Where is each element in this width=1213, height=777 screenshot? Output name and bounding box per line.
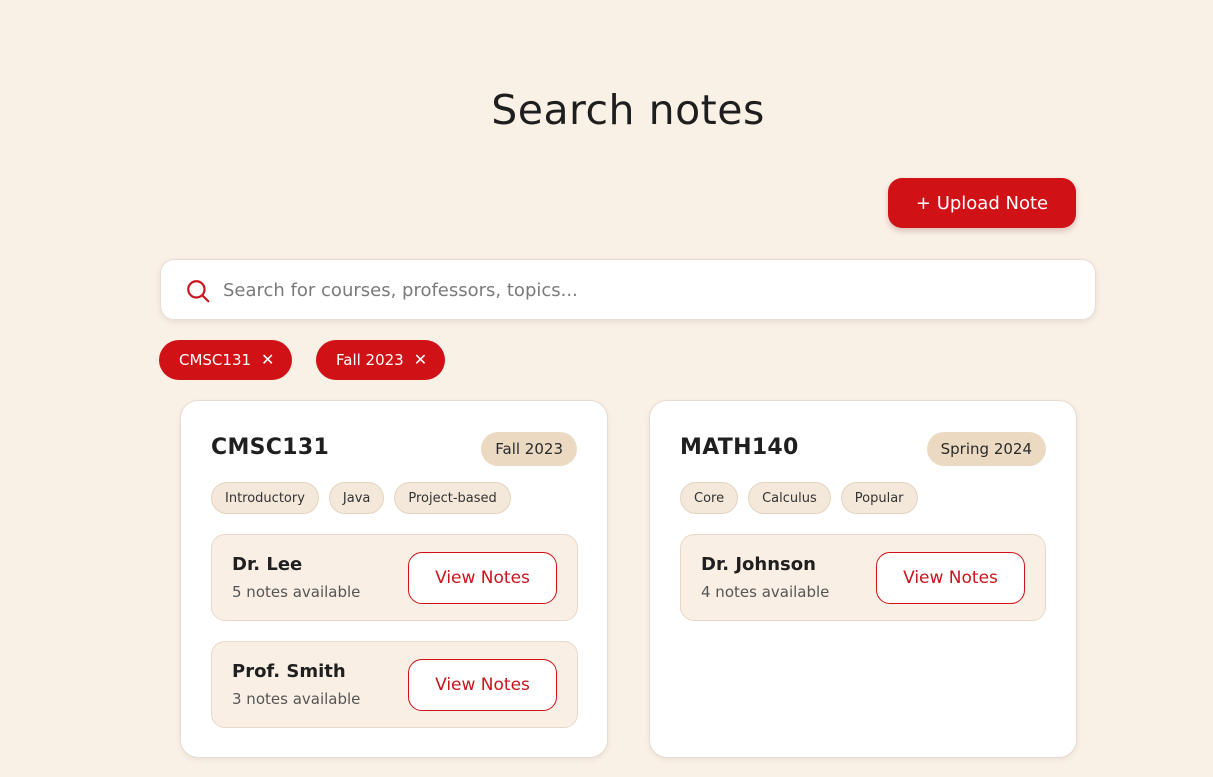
tag-list: Introductory Java Project-based bbox=[211, 482, 511, 514]
tag: Project-based bbox=[394, 482, 511, 514]
tag: Introductory bbox=[211, 482, 319, 514]
tag: Popular bbox=[840, 482, 918, 514]
upload-note-button[interactable]: + Upload Note bbox=[888, 178, 1076, 228]
notes-count: 3 notes available bbox=[232, 690, 361, 708]
term-badge: Spring 2024 bbox=[926, 432, 1046, 466]
professor-row: Dr. Johnson 4 notes available View Notes bbox=[680, 534, 1046, 621]
term-badge: Fall 2023 bbox=[481, 432, 577, 466]
view-notes-button[interactable]: View Notes bbox=[876, 552, 1025, 604]
filter-chip-course: CMSC131 ✕ bbox=[159, 340, 293, 380]
notes-count: 5 notes available bbox=[232, 583, 361, 601]
professor-name: Dr. Lee bbox=[232, 554, 303, 575]
course-title: CMSC131 bbox=[211, 435, 330, 460]
filter-chip-label: Fall 2023 bbox=[336, 351, 404, 369]
course-card-math140: MATH140 Spring 2024 Core Calculus Popula… bbox=[649, 400, 1077, 758]
close-icon[interactable]: ✕ bbox=[261, 352, 274, 368]
professor-row: Prof. Smith 3 notes available View Notes bbox=[211, 641, 578, 728]
tag: Calculus bbox=[748, 482, 831, 514]
page: Search notes + Upload Note CMSC131 ✕ Fal… bbox=[0, 0, 1213, 777]
professor-name: Prof. Smith bbox=[232, 661, 346, 682]
search-input[interactable] bbox=[223, 270, 1083, 310]
notes-count: 4 notes available bbox=[701, 583, 830, 601]
filter-chip-label: CMSC131 bbox=[179, 351, 252, 369]
filter-chip-term: Fall 2023 ✕ bbox=[316, 340, 446, 380]
close-icon[interactable]: ✕ bbox=[414, 352, 427, 368]
course-title: MATH140 bbox=[680, 435, 799, 460]
professor-name: Dr. Johnson bbox=[701, 554, 816, 575]
view-notes-button[interactable]: View Notes bbox=[408, 659, 557, 711]
tag: Java bbox=[328, 482, 385, 514]
page-title: Search notes bbox=[491, 86, 765, 134]
search-bar bbox=[160, 259, 1096, 320]
tag-list: Core Calculus Popular bbox=[680, 482, 918, 514]
search-icon bbox=[187, 280, 210, 303]
professor-row: Dr. Lee 5 notes available View Notes bbox=[211, 534, 578, 621]
course-card-cmsc131: CMSC131 Fall 2023 Introductory Java Proj… bbox=[180, 400, 608, 758]
tag: Core bbox=[680, 482, 739, 514]
view-notes-button[interactable]: View Notes bbox=[408, 552, 557, 604]
